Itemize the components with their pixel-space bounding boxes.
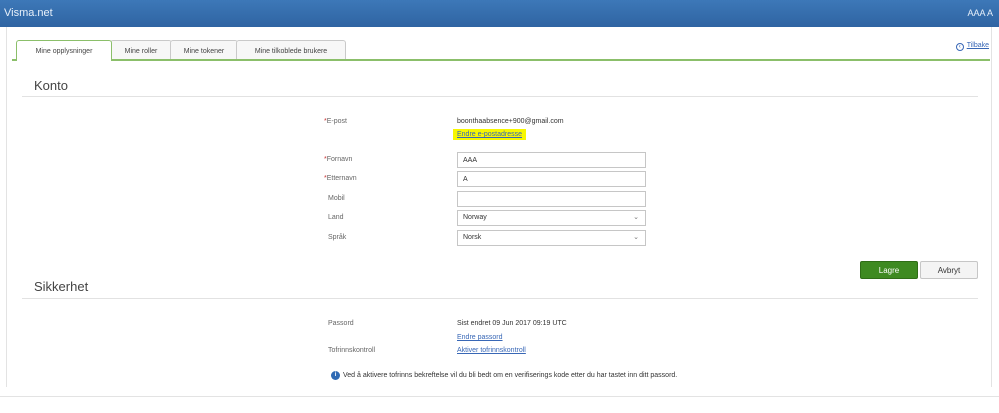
firstname-label: *Fornavn bbox=[324, 156, 353, 163]
tab-label: Mine roller bbox=[124, 48, 158, 55]
user-name[interactable]: AAA A bbox=[967, 8, 993, 18]
tab-label: Mine tilkoblede brukere bbox=[254, 48, 328, 55]
tab-underline bbox=[12, 59, 990, 61]
back-link-label: Tilbake bbox=[966, 42, 989, 49]
content-frame bbox=[6, 27, 992, 387]
chevron-down-icon: ⌄ bbox=[633, 234, 639, 241]
cancel-button[interactable]: Avbryt bbox=[920, 261, 978, 279]
lastname-input[interactable] bbox=[457, 171, 646, 187]
tab-mine-opplysninger[interactable]: Mine opplysninger bbox=[16, 40, 112, 61]
info-icon: i bbox=[331, 371, 340, 380]
country-value: Norway bbox=[463, 214, 487, 221]
change-email-link[interactable]: Endre e-postadresse bbox=[453, 129, 526, 140]
password-value: Sist endret 09 Jun 2017 09:19 UTC bbox=[457, 320, 567, 327]
back-arrow-icon: ‹ bbox=[955, 43, 964, 51]
bottom-edge bbox=[0, 396, 999, 413]
tab-mine-tokener[interactable]: Mine tokener bbox=[170, 40, 238, 60]
twofactor-label: Tofrinnskontroll bbox=[328, 347, 376, 354]
mobile-label: Mobil bbox=[328, 195, 345, 202]
security-divider bbox=[22, 298, 978, 299]
chevron-down-icon: ⌄ bbox=[633, 214, 639, 221]
security-heading: Sikkerhet bbox=[34, 279, 89, 294]
tab-label: Mine tokener bbox=[183, 48, 225, 55]
country-label: Land bbox=[328, 214, 344, 221]
password-label: Passord bbox=[328, 320, 354, 327]
lastname-label: *Etternavn bbox=[324, 175, 357, 182]
change-password-link[interactable]: Endre passord bbox=[457, 334, 503, 341]
email-value: boonthaabsence+900@gmail.com bbox=[457, 118, 564, 125]
top-bar: Visma.net AAA A bbox=[0, 0, 999, 27]
tab-label: Mine opplysninger bbox=[35, 48, 93, 55]
language-value: Norsk bbox=[463, 234, 482, 241]
language-select[interactable]: Norsk ⌄ bbox=[457, 230, 646, 246]
language-label: Språk bbox=[328, 234, 347, 241]
twofactor-info-text: Ved å aktivere tofrinns bekreftelse vil … bbox=[343, 372, 678, 379]
tab-mine-tilkoblede-brukere[interactable]: Mine tilkoblede brukere bbox=[236, 40, 346, 60]
save-button[interactable]: Lagre bbox=[860, 261, 918, 279]
app-title[interactable]: Visma.net bbox=[4, 7, 53, 19]
mobile-input[interactable] bbox=[457, 191, 646, 207]
country-select[interactable]: Norway ⌄ bbox=[457, 210, 646, 226]
tab-mine-roller[interactable]: Mine roller bbox=[110, 40, 172, 60]
firstname-input[interactable] bbox=[457, 152, 646, 168]
account-divider bbox=[22, 96, 978, 97]
account-heading: Konto bbox=[34, 78, 68, 93]
back-link[interactable]: ‹ Tilbake bbox=[955, 42, 989, 51]
enable-twofactor-link[interactable]: Aktiver tofrinnskontroll bbox=[457, 347, 526, 354]
email-label: *E-post bbox=[324, 118, 347, 125]
